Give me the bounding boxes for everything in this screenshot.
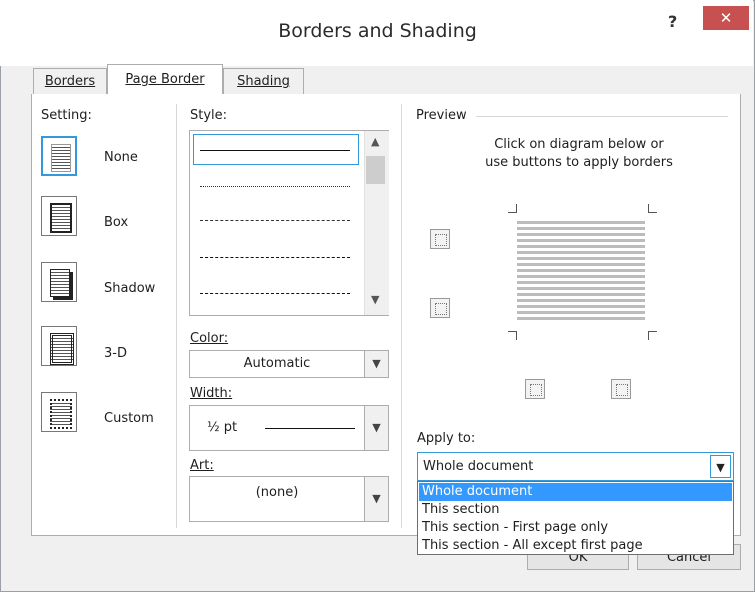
corner-mark	[508, 331, 517, 340]
setting-3d-label[interactable]: 3-D	[104, 346, 127, 361]
apply-to-option-this-section[interactable]: This section	[419, 501, 732, 519]
scroll-up-icon[interactable]: ▲	[371, 135, 379, 148]
setting-none-icon[interactable]	[41, 136, 77, 176]
bottom-border-button[interactable]	[430, 298, 450, 318]
style-heading: Style:	[190, 108, 228, 123]
dialog-title: Borders and Shading	[278, 20, 477, 42]
corner-mark	[508, 204, 517, 213]
style-option-dotted[interactable]	[200, 186, 350, 187]
setting-none-label[interactable]: None	[104, 150, 138, 165]
preview-heading: Preview	[416, 108, 467, 123]
color-label: Color:	[190, 331, 229, 346]
width-value: ½ pt	[207, 420, 238, 435]
apply-to-option-whole-document[interactable]: Whole document	[419, 483, 732, 501]
close-button[interactable]: ✕	[703, 6, 749, 30]
tab-borders[interactable]: Borders	[33, 68, 107, 94]
color-dropdown[interactable]: Automatic ▼	[189, 350, 389, 378]
corner-mark	[648, 204, 657, 213]
top-border-button[interactable]	[430, 229, 450, 249]
preview-instructions-2: use buttons to apply borders	[485, 155, 673, 170]
setting-box-icon[interactable]	[41, 196, 77, 236]
setting-custom-icon[interactable]	[41, 392, 77, 432]
chevron-down-icon[interactable]: ▼	[364, 406, 388, 450]
style-option-dash-dot[interactable]	[200, 293, 350, 294]
style-option-solid[interactable]	[200, 150, 350, 151]
preview-instructions-1: Click on diagram below or	[494, 137, 664, 152]
setting-shadow-icon[interactable]	[41, 262, 77, 302]
right-border-button[interactable]	[611, 379, 631, 399]
scroll-down-icon[interactable]: ▼	[371, 293, 379, 306]
chevron-down-icon[interactable]: ▼	[710, 455, 731, 478]
divider-style-preview	[401, 104, 402, 528]
tab-page-border[interactable]: Page Border	[107, 64, 223, 95]
setting-box-label[interactable]: Box	[104, 215, 128, 230]
style-option-dashed-fine[interactable]	[200, 220, 350, 221]
left-border-button[interactable]	[525, 379, 545, 399]
close-icon: ✕	[719, 9, 733, 27]
apply-to-option-first-page-only[interactable]: This section - First page only	[419, 519, 732, 537]
corner-mark	[648, 331, 657, 340]
setting-custom-label[interactable]: Custom	[104, 411, 154, 426]
apply-to-label: Apply to:	[417, 431, 476, 446]
art-dropdown[interactable]: (none) ▼	[189, 476, 389, 522]
color-value: Automatic	[243, 356, 311, 371]
apply-to-options-list: Whole document This section This section…	[417, 481, 734, 555]
divider-setting-style	[176, 104, 177, 528]
setting-3d-icon[interactable]	[41, 326, 77, 366]
chevron-down-icon[interactable]: ▼	[364, 351, 388, 377]
apply-to-option-all-except-first[interactable]: This section - All except first page	[419, 537, 732, 555]
preview-group-line	[476, 116, 728, 117]
apply-to-value: Whole document	[423, 459, 534, 474]
help-button[interactable]: ?	[668, 12, 677, 31]
setting-shadow-label[interactable]: Shadow	[104, 281, 155, 296]
style-scroll-thumb[interactable]	[366, 156, 385, 184]
width-label: Width:	[190, 386, 233, 401]
style-option-dashed[interactable]	[200, 257, 350, 258]
preview-document[interactable]	[517, 218, 645, 322]
art-label: Art:	[190, 458, 214, 473]
width-dropdown[interactable]: ½ pt ▼	[189, 405, 389, 451]
width-sample-line	[265, 428, 355, 429]
art-value: (none)	[255, 485, 299, 500]
tab-shading[interactable]: Shading	[223, 68, 304, 94]
setting-heading: Setting:	[41, 108, 92, 123]
apply-to-dropdown[interactable]: Whole document ▼	[417, 452, 734, 481]
chevron-down-icon[interactable]: ▼	[364, 477, 388, 521]
